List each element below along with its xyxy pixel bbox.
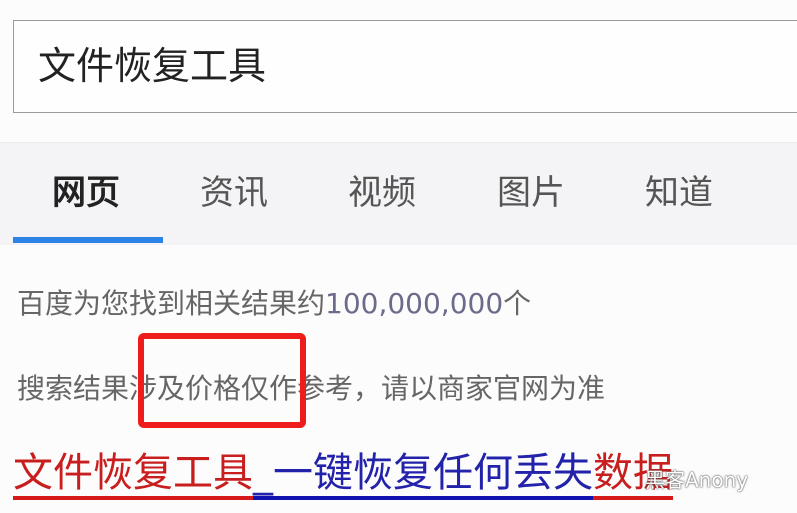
tab-bar: 网页 资讯 视频 图片 知道 xyxy=(0,142,797,245)
tab-web[interactable]: 网页 xyxy=(52,165,120,214)
tab-video[interactable]: 视频 xyxy=(348,165,416,214)
result-count: 百度为您找到相关结果约100,000,000个 xyxy=(17,282,531,322)
price-notice: 搜索结果涉及价格仅作参考，请以商家官网为准 xyxy=(17,372,606,405)
watermark: 黑客Anony xyxy=(645,468,749,492)
highlight-box xyxy=(138,333,306,428)
result-title-part1: 文件恢复工具 xyxy=(13,450,253,500)
tab-zhidao[interactable]: 知道 xyxy=(645,165,713,214)
result-count-prefix: 百度为您找到相关结果约 xyxy=(17,287,326,320)
active-tab-indicator xyxy=(13,237,163,243)
tab-news[interactable]: 资讯 xyxy=(200,165,268,214)
result-title-part2: _一键恢复任何丢失 xyxy=(253,450,593,500)
result-count-suffix: 个 xyxy=(503,287,532,320)
first-result-link[interactable]: 文件恢复工具_一键恢复任何丢失数据 xyxy=(13,440,673,500)
result-count-number: 100,000,000 xyxy=(325,287,504,320)
search-input[interactable]: 文件恢复工具 xyxy=(13,20,797,113)
tab-images[interactable]: 图片 xyxy=(497,165,565,214)
